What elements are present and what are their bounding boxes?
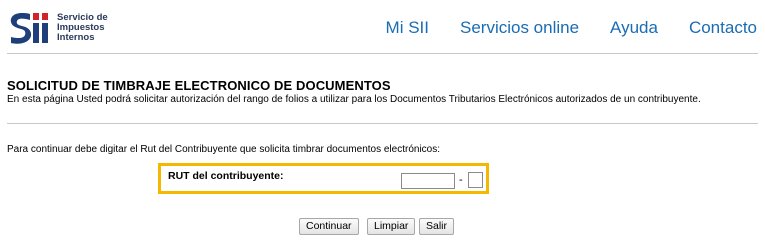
logo-line-3: Internos	[57, 32, 95, 43]
top-navigation: Mi SII Servicios online Ayuda Contacto	[386, 18, 757, 38]
nav-ayuda[interactable]: Ayuda	[610, 18, 658, 38]
continuar-button-visible[interactable]: Continuar	[299, 218, 359, 235]
limpiar-button[interactable]: Limpiar	[367, 218, 416, 235]
rut-dv-input[interactable]	[468, 172, 483, 188]
sii-logo[interactable]: Servicio de Impuestos Internos	[7, 9, 108, 47]
page-description: En esta página Usted podrá solicitar aut…	[7, 94, 701, 105]
nav-mi-sii[interactable]: Mi SII	[386, 18, 429, 38]
rut-label: RUT del contribuyente:	[168, 170, 284, 182]
header-divider	[7, 53, 758, 54]
rut-separator: -	[459, 174, 463, 186]
rut-input[interactable]	[401, 173, 455, 189]
page-title: SOLICITUD DE TIMBRAJE ELECTRONICO DE DOC…	[7, 78, 391, 93]
nav-servicios-online[interactable]: Servicios online	[460, 18, 579, 38]
sii-logo-mark	[7, 9, 53, 47]
instruction-text: Para continuar debe digitar el Rut del C…	[7, 144, 441, 155]
sii-logo-icon	[10, 13, 48, 44]
rut-form-box: RUT del contribuyente: -	[158, 163, 489, 194]
section-divider	[7, 123, 758, 124]
sii-logo-wordmark: Servicio de Impuestos Internos	[57, 13, 108, 43]
nav-contacto[interactable]: Contacto	[689, 18, 757, 38]
salir-button[interactable]: Salir	[419, 218, 455, 235]
